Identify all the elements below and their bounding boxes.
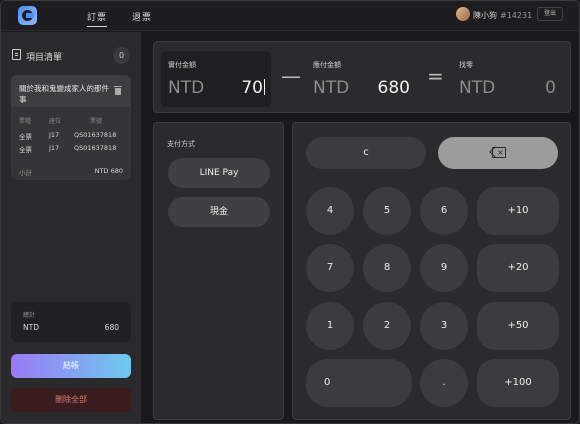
- key-4[interactable]: 4: [306, 187, 354, 235]
- key-6[interactable]: 6: [420, 187, 468, 235]
- delete-all-button[interactable]: 刪除全部: [11, 388, 131, 412]
- column-header-seat: 座位: [49, 118, 62, 125]
- text-caret: [264, 79, 265, 95]
- row-2-seat: J17: [49, 144, 60, 152]
- sidebar: 項目清單 0 關於我和鬼變成家人的那件事 票種 座位 票號 全票 J17 QS0…: [1, 32, 141, 423]
- backspace-icon: ×: [490, 147, 506, 158]
- row-2-ticket-type: 全票: [19, 146, 32, 154]
- row-1-ticket-type: 全票: [19, 133, 32, 141]
- due-amount-box: 應付金額 NTD 680: [306, 51, 416, 107]
- key-plus-10[interactable]: +10: [477, 187, 559, 235]
- paid-value: 70: [241, 78, 263, 98]
- logout-button[interactable]: 登出: [537, 7, 563, 21]
- item-count-badge: 0: [113, 47, 130, 64]
- payment-panel: 支付方式 LINE Pay 現金: [153, 122, 284, 420]
- change-currency: NTD: [459, 78, 496, 98]
- key-plus-50[interactable]: +50: [477, 302, 559, 350]
- key-5[interactable]: 5: [363, 187, 411, 235]
- user-id: #14231: [500, 11, 533, 20]
- paid-currency: NTD: [168, 78, 205, 98]
- app-logo-icon[interactable]: [18, 6, 37, 25]
- line-pay-button[interactable]: LINE Pay: [168, 158, 270, 188]
- column-header-ticket-no: 票號: [90, 118, 103, 125]
- key-decimal[interactable]: .: [420, 359, 468, 407]
- row-1-seat: J17: [49, 131, 60, 139]
- key-8[interactable]: 8: [363, 244, 411, 292]
- amount-panel: 實付金額 NTD 70 — 應付金額 NTD 680 = 找零 NTD 0: [153, 41, 571, 113]
- key-9[interactable]: 9: [420, 244, 468, 292]
- tab-refund[interactable]: 退票: [132, 10, 152, 23]
- change-amount-box: 找零 NTD 0: [452, 51, 562, 107]
- subtotal-value: NTD 680: [94, 167, 123, 175]
- trash-icon[interactable]: [114, 86, 122, 95]
- row-1-ticket-no: QS01637818: [74, 131, 117, 139]
- avatar: [456, 7, 470, 21]
- backspace-key[interactable]: ×: [438, 137, 558, 169]
- total-currency: NTD: [23, 323, 39, 332]
- subtotal-label: 小計: [19, 169, 32, 177]
- due-currency: NTD: [313, 78, 350, 98]
- top-bar: 訂票 退票 陳小狗 #14231 登出: [1, 1, 579, 31]
- user-info: 陳小狗 #14231: [473, 10, 532, 21]
- key-7[interactable]: 7: [306, 244, 354, 292]
- key-plus-20[interactable]: +20: [477, 244, 559, 292]
- key-0[interactable]: 0: [306, 359, 412, 407]
- key-plus-100[interactable]: +100: [477, 359, 559, 407]
- tab-booking[interactable]: 訂票: [87, 10, 108, 27]
- total-label: 總計: [23, 312, 36, 319]
- key-1[interactable]: 1: [306, 302, 354, 350]
- movie-title: 關於我和鬼變成家人的那件事: [19, 84, 109, 104]
- order-card: 關於我和鬼變成家人的那件事 票種 座位 票號 全票 J17 QS01637818…: [11, 75, 131, 180]
- change-value: 0: [545, 78, 556, 98]
- sidebar-title: 項目清單: [26, 53, 63, 63]
- paid-amount-label: 實付金額: [168, 61, 196, 69]
- total-card: 總計 NTD 680: [11, 302, 131, 342]
- paid-value-wrap: 70: [241, 78, 265, 98]
- due-value: 680: [377, 78, 410, 98]
- paid-amount-field[interactable]: 實付金額 NTD 70: [161, 51, 271, 107]
- row-2-ticket-no: QS01637818: [74, 144, 117, 152]
- key-2[interactable]: 2: [363, 302, 411, 350]
- clipboard-icon: [12, 49, 21, 60]
- clear-key[interactable]: c: [306, 137, 426, 169]
- app-window: 訂票 退票 陳小狗 #14231 登出 項目清單 0 關於我和鬼變成家人的那件事 …: [0, 0, 580, 424]
- change-label: 找零: [459, 61, 473, 69]
- checkout-button[interactable]: 結帳: [11, 354, 131, 378]
- column-header-ticket-type: 票種: [19, 118, 32, 125]
- minus-sign: —: [281, 64, 301, 88]
- equals-sign: =: [427, 64, 444, 88]
- cash-button[interactable]: 現金: [168, 197, 270, 227]
- payment-title: 支付方式: [167, 140, 195, 148]
- order-header: 關於我和鬼變成家人的那件事: [11, 75, 131, 107]
- due-amount-label: 應付金額: [313, 61, 341, 69]
- key-3[interactable]: 3: [420, 302, 468, 350]
- total-value: 680: [104, 323, 119, 332]
- keypad: c × 4 5 6 +10 7 8 9 +20 1 2 3 +50 0 . +1…: [292, 122, 571, 420]
- user-name: 陳小狗: [473, 11, 497, 20]
